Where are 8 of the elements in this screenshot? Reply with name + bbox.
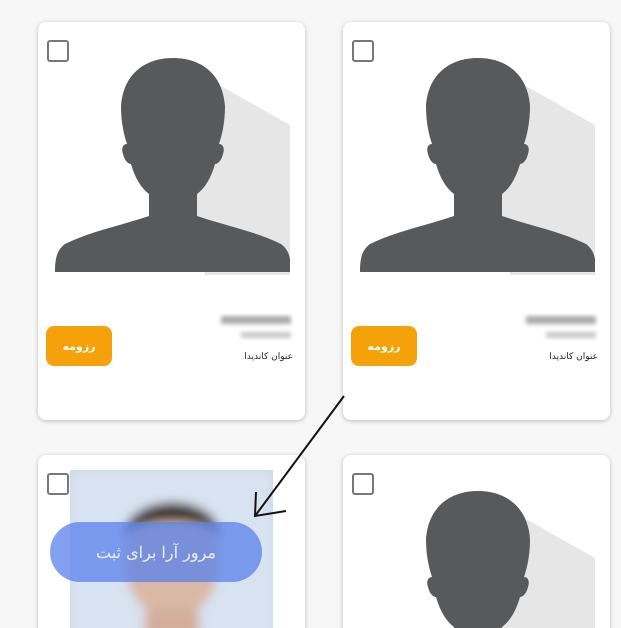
candidate-title: عنوان کاندیدا — [244, 352, 293, 362]
checkbox[interactable] — [47, 40, 69, 62]
overlay-label: مرور آرا برای ثبت — [50, 522, 262, 582]
candidate-title: عنوان کاندیدا — [549, 352, 598, 362]
resume-button[interactable]: رزومه — [351, 326, 417, 366]
resume-button[interactable]: رزومه — [46, 326, 112, 366]
checkbox[interactable] — [352, 40, 374, 62]
checkbox[interactable] — [352, 473, 374, 495]
